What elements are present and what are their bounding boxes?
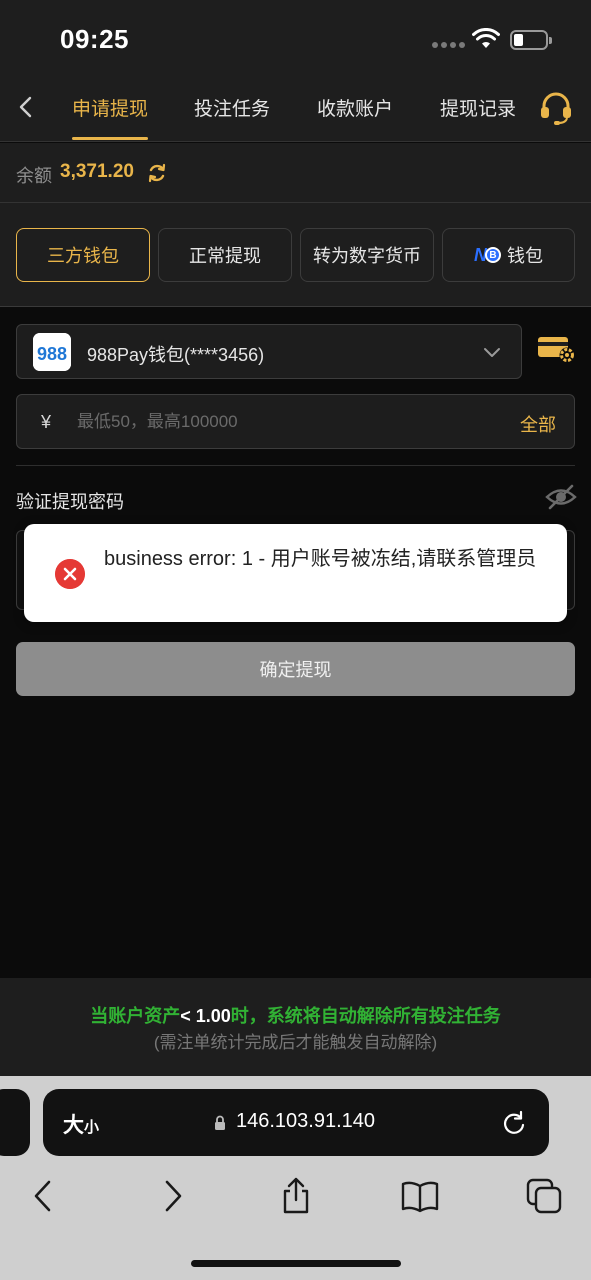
reload-icon[interactable] — [500, 1109, 528, 1137]
cellular-signal-icon — [432, 42, 465, 48]
convert-crypto-button[interactable]: 转为数字货币 — [300, 228, 434, 282]
address-bar[interactable]: 大小 146.103.91.140 — [43, 1089, 549, 1156]
tab-withdraw-request[interactable]: 申请提现 — [72, 94, 148, 121]
withdraw-method-selector: 三方钱包 正常提现 转为数字货币 NB 钱包 — [0, 203, 591, 307]
chevron-down-icon — [484, 348, 500, 357]
balance-value: 3,371.20 — [60, 161, 134, 182]
withdraw-all-button[interactable]: 全部 — [520, 411, 556, 437]
status-time: 09:25 — [60, 24, 129, 54]
active-tab-indicator — [72, 137, 148, 140]
eye-off-icon[interactable] — [545, 484, 577, 510]
back-icon[interactable] — [14, 92, 40, 122]
tabs-icon[interactable] — [525, 1176, 565, 1216]
tab-betting-tasks[interactable]: 投注任务 — [194, 94, 270, 121]
currency-symbol: ¥ — [41, 412, 52, 432]
status-bar: 09:25 — [0, 0, 591, 80]
divider — [16, 465, 575, 466]
amount-field: ¥ 全部 — [16, 394, 575, 449]
third-party-wallet-button[interactable]: 三方钱包 — [16, 228, 150, 282]
normal-withdraw-label: 正常提现 — [189, 246, 261, 266]
normal-withdraw-button[interactable]: 正常提现 — [158, 228, 292, 282]
nb-wallet-label: 钱包 — [507, 246, 543, 266]
third-party-wallet-label: 三方钱包 — [47, 246, 119, 266]
error-message: business error: 1 - 用户账号被冻结,请联系管理员 — [104, 548, 537, 570]
amount-input[interactable] — [77, 405, 497, 439]
balance-label: 余额 — [16, 166, 52, 186]
notice-threshold: < 1.00 — [180, 1006, 231, 1026]
text-size-button[interactable]: 大小 — [63, 1109, 99, 1139]
convert-crypto-label: 转为数字货币 — [313, 246, 421, 266]
error-toast: business error: 1 - 用户账号被冻结,请联系管理员 — [24, 524, 567, 622]
nb-wallet-button[interactable]: NB 钱包 — [442, 228, 575, 282]
previous-tab-preview[interactable] — [0, 1089, 30, 1156]
bookmarks-icon[interactable] — [400, 1176, 440, 1216]
battery-icon — [510, 30, 552, 50]
svg-text:988: 988 — [37, 344, 67, 364]
wifi-icon — [472, 28, 500, 48]
browser-forward-icon[interactable] — [152, 1176, 192, 1216]
refresh-icon[interactable] — [146, 162, 168, 184]
wallet-select[interactable]: 988 988Pay钱包(****3456) — [16, 324, 522, 379]
tab-receiving-accounts[interactable]: 收款账户 — [317, 94, 393, 121]
nav-tabs: 申请提现 投注任务 收款账户 提现记录 — [0, 80, 591, 142]
notice-sub: (需注单统计完成后才能触发自动解除) — [153, 1033, 438, 1052]
customer-service-icon[interactable] — [538, 90, 574, 126]
notice-main: 当账户资产< 1.00时，系统将自动解除所有投注任务 — [90, 1006, 501, 1026]
home-indicator — [191, 1260, 401, 1267]
browser-back-icon[interactable] — [24, 1176, 64, 1216]
password-label: 验证提现密码 — [16, 492, 124, 512]
nb-logo-icon: NB — [474, 245, 501, 266]
wallet-name: 988Pay钱包(****3456) — [87, 345, 265, 365]
card-settings-icon[interactable] — [537, 334, 577, 366]
auto-release-notice: 当账户资产< 1.00时，系统将自动解除所有投注任务 (需注单统计完成后才能触发… — [0, 978, 591, 1076]
browser-chrome: 大小 146.103.91.140 — [0, 1076, 591, 1280]
tab-withdraw-history[interactable]: 提现记录 — [440, 94, 516, 121]
988pay-logo-icon: 988 — [33, 333, 71, 371]
url-text: 146.103.91.140 — [236, 1110, 376, 1132]
error-icon — [55, 559, 85, 589]
balance-row: 余额 3,371.20 — [0, 143, 591, 203]
lock-icon — [215, 1115, 225, 1130]
share-icon[interactable] — [276, 1176, 316, 1216]
confirm-withdraw-button[interactable]: 确定提现 — [16, 642, 575, 696]
